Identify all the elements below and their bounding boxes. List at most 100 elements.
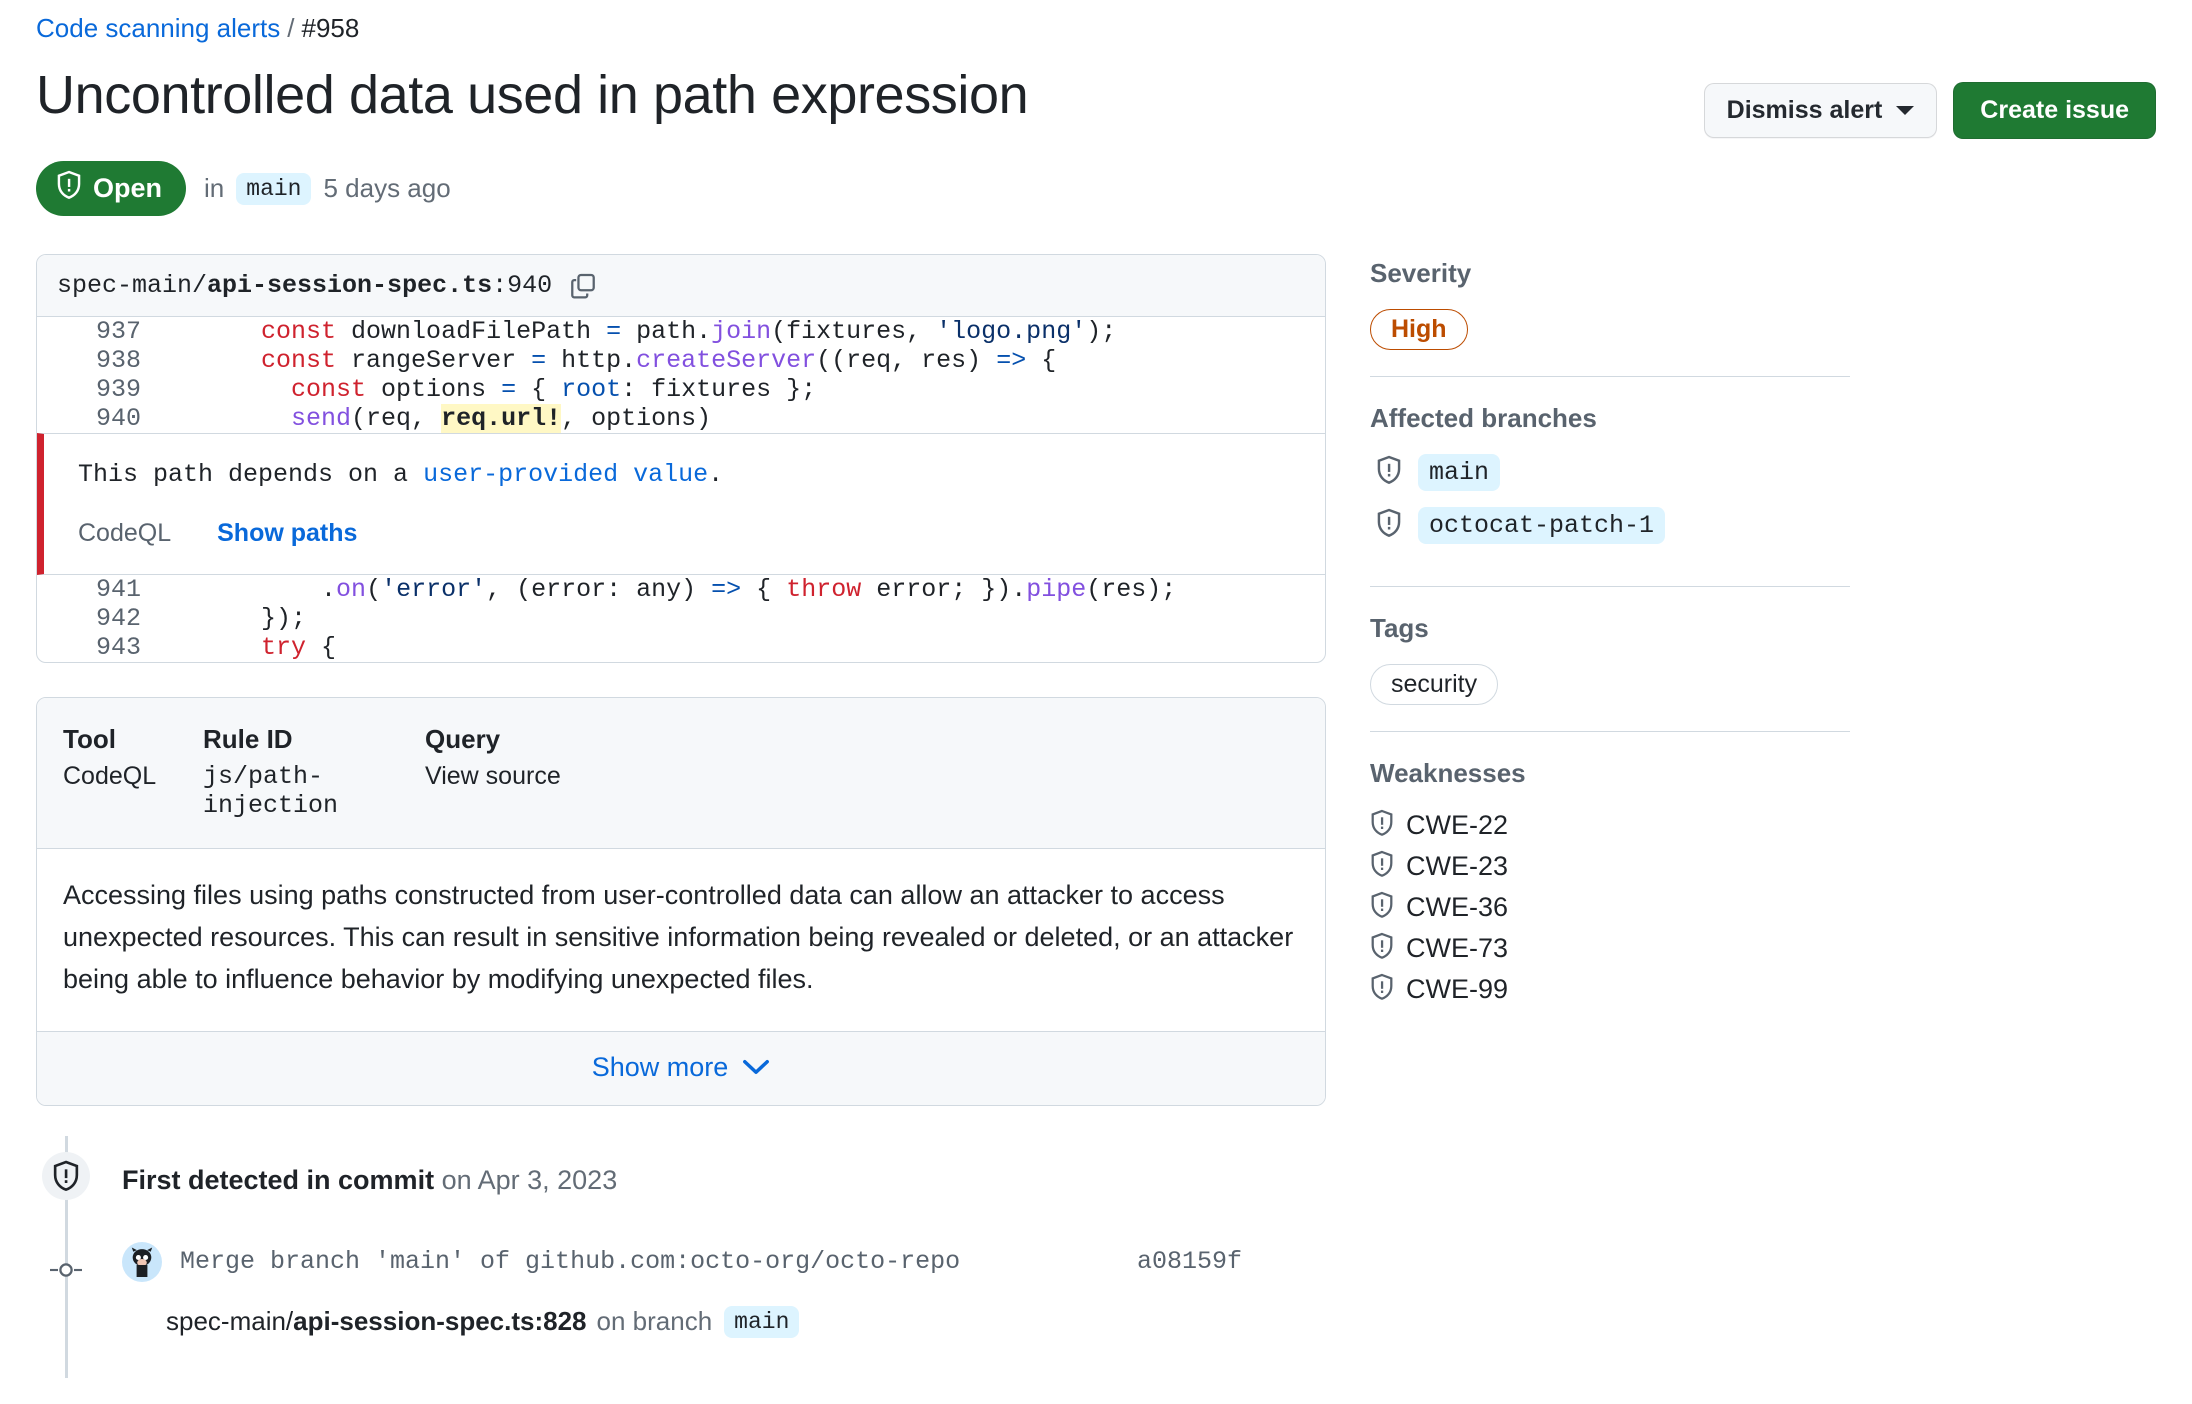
status-in-word: in [204, 173, 225, 204]
code-token: (fixtures, [771, 317, 937, 347]
user-provided-value-link[interactable]: user-provided value [423, 460, 708, 489]
weakness-label[interactable]: CWE-36 [1406, 892, 1508, 923]
affected-branch-row: main [1370, 454, 1850, 492]
commit-sub-branch-chip[interactable]: main [724, 1305, 800, 1338]
shield-alert-icon [1376, 455, 1402, 490]
code-token: path. [621, 317, 712, 347]
sidebar: Severity High Affected branches main octo… [1370, 254, 1850, 1338]
show-more-row: Show more [37, 1030, 1325, 1105]
commit-message[interactable]: Merge branch 'main' of github.com:octo-o… [180, 1247, 960, 1276]
rule-description: Accessing files using paths constructed … [63, 880, 1294, 995]
code-token: error; }). [861, 575, 1027, 605]
breadcrumb: Code scanning alerts / #958 [36, 0, 2156, 46]
code-line-content: send(req, req.url!, options) [141, 404, 1325, 434]
show-more-label: Show more [591, 1051, 729, 1082]
view-source-link[interactable]: View source [425, 762, 561, 790]
affected-branches-title: Affected branches [1370, 403, 1597, 434]
chevron-down-icon [742, 1052, 770, 1083]
show-paths-link[interactable]: Show paths [217, 519, 357, 548]
weakness-label[interactable]: CWE-73 [1406, 933, 1508, 964]
rule-tool-cell: Tool CodeQL [63, 724, 203, 820]
code-line-number: 943 [95, 633, 141, 663]
rule-query-value: View source [425, 762, 561, 791]
shield-alert-icon [42, 1151, 90, 1200]
code-file-name: api-session-spec.ts [207, 271, 493, 301]
severity-title: Severity [1370, 258, 1472, 289]
affected-branch-name[interactable]: main [1418, 454, 1501, 492]
timeline-commit-row: Merge branch 'main' of github.com:octo-o… [36, 1241, 1326, 1282]
code-token: rangeServer [336, 346, 532, 376]
title-actions: Dismiss alert Create issue [1703, 64, 2156, 140]
alert-message-text: This path depends on a user-provided val… [78, 460, 1325, 489]
commit-sha[interactable]: a08159f [1137, 1247, 1242, 1276]
page-title: Uncontrolled data used in path expressio… [36, 65, 1029, 126]
code-token: ); [1086, 317, 1117, 347]
code-snippet-box: spec-main/api-session-spec.ts:940 937 co… [36, 254, 1326, 664]
dismiss-alert-button[interactable]: Dismiss alert [1703, 83, 1938, 139]
rule-header: Tool CodeQL Rule ID js/path-injection Qu… [37, 698, 1325, 850]
code-token: = [501, 375, 517, 405]
rule-id-cell: Rule ID js/path-injection [203, 724, 425, 820]
show-more-button[interactable]: Show more [592, 1052, 771, 1083]
commit-sub-path[interactable]: spec-main/api-session-spec.ts:828 [166, 1306, 587, 1337]
code-token: { [306, 633, 337, 663]
code-token: downloadFilePath [336, 317, 607, 347]
code-token: : fixtures }; [621, 375, 817, 405]
alert-message-suffix: . [708, 460, 724, 490]
code-line: 941 .on('error', (error: any) => { throw… [37, 575, 1325, 604]
octocat-avatar[interactable] [122, 1241, 162, 1282]
weakness-label[interactable]: CWE-99 [1406, 974, 1508, 1005]
weakness-label[interactable]: CWE-22 [1406, 810, 1508, 841]
breadcrumb-separator: / [287, 13, 295, 43]
timeline: First detected in commit on Apr 3, 2023 [36, 1135, 1326, 1378]
code-line-content: const options = { root: fixtures }; [141, 375, 1325, 404]
alert-tool-name: CodeQL [78, 519, 172, 548]
breadcrumb-parent-link[interactable]: Code scanning alerts [36, 13, 280, 43]
shield-alert-icon [1370, 891, 1394, 924]
code-token: 'logo.png' [936, 317, 1087, 347]
code-line: 937 const downloadFilePath = path.join(f… [37, 317, 1325, 346]
code-lines-before-body: 937 const downloadFilePath = path.join(f… [37, 317, 1325, 434]
timeline-detected-row: First detected in commit on Apr 3, 2023 [36, 1150, 1326, 1212]
weakness-row: CWE-73 [1370, 932, 1850, 965]
status-meta: in main 5 days ago [204, 172, 451, 205]
rule-id-value: js/path-injection [203, 762, 339, 821]
weakness-row: CWE-22 [1370, 809, 1850, 842]
shield-alert-icon [1370, 932, 1394, 965]
status-branch-chip[interactable]: main [236, 172, 312, 205]
status-row: Open in main 5 days ago [36, 161, 2156, 217]
status-badge: Open [36, 161, 187, 217]
code-lines-after: 941 .on('error', (error: any) => { throw… [37, 575, 1325, 662]
sidebar-branches-section: Affected branches main octocat-patch-1 [1370, 376, 1850, 586]
code-line: 942 }); [37, 604, 1325, 633]
commit-sub-path-file: api-session-spec.ts:828 [293, 1306, 587, 1337]
code-file-path[interactable]: spec-main/api-session-spec.ts:940 [57, 271, 552, 300]
rule-tool-value: CodeQL [63, 762, 157, 791]
code-line-number: 940 [95, 404, 141, 434]
weaknesses-title: Weaknesses [1370, 758, 1526, 789]
weakness-label[interactable]: CWE-23 [1406, 851, 1508, 882]
code-token: (res); [1086, 575, 1177, 605]
sidebar-weaknesses-section: Weaknesses CWE-22 CWE-23 CWE-36 CWE-73 CWE-9… [1370, 731, 1850, 1040]
code-line-content: const rangeServer = http.createServer((r… [141, 346, 1325, 375]
code-token: const [261, 346, 337, 376]
affected-branch-name[interactable]: octocat-patch-1 [1418, 507, 1666, 545]
code-token: 'error' [381, 575, 487, 605]
code-token: http. [546, 346, 637, 376]
code-token: => [996, 346, 1027, 376]
sidebar-tags-section: Tags security [1370, 586, 1850, 731]
shield-alert-icon [1370, 809, 1394, 842]
severity-badge: High [1370, 309, 1468, 351]
rule-query-cell: Query View source [425, 724, 561, 820]
code-line-number: 937 [95, 317, 141, 347]
code-token: { [1026, 346, 1057, 376]
create-issue-button[interactable]: Create issue [1953, 82, 2156, 140]
copy-icon[interactable] [570, 272, 596, 300]
commit-sub-path-prefix: spec-main/ [166, 1306, 294, 1337]
tag-pill[interactable]: security [1370, 664, 1499, 706]
code-token: try [261, 633, 307, 663]
code-line: 940 send(req, req.url!, options) [37, 404, 1325, 434]
code-token: options [366, 375, 502, 405]
